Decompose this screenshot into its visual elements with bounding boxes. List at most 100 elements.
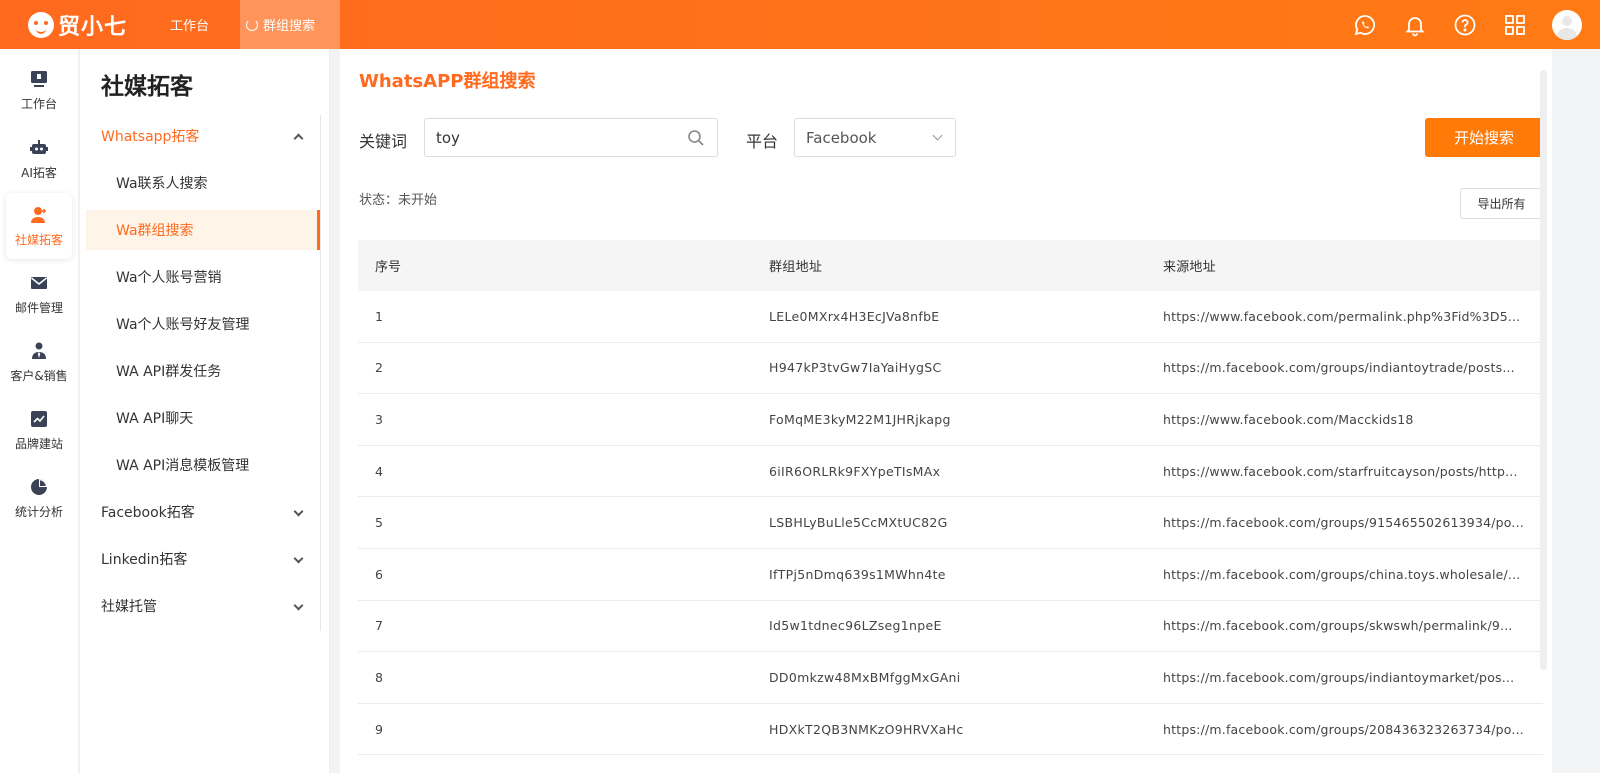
cell-index: 7: [375, 618, 383, 634]
brand-logo[interactable]: 贸小七: [28, 10, 127, 40]
keyword-label: 关键词: [359, 132, 408, 151]
menu-item-wa-group-search[interactable]: Wa群组搜索: [86, 210, 320, 250]
results-table: 序号 群组地址 来源地址 1 LELe0MXrx4H3EcJVa8nfbE http…: [358, 240, 1543, 756]
cell-source-address[interactable]: https://m.facebook.com/groups/indiantoyt…: [1148, 360, 1543, 375]
table-row[interactable]: 8 DD0mkzw48MxBMfggMxGAni https://m.faceboo…: [358, 652, 1543, 704]
tab-workbench[interactable]: 工作台: [170, 0, 209, 49]
platform-label: 平台: [746, 132, 779, 151]
keyword-value: toy: [436, 128, 460, 147]
header-source-address: 来源地址: [1163, 260, 1216, 275]
status-text: 状态：未开始: [359, 193, 438, 208]
user-plus-icon: [31, 206, 46, 223]
menu-group-label: 社媒托管: [101, 599, 157, 615]
chart-line-icon: [31, 410, 47, 427]
cell-source-address[interactable]: https://m.facebook.com/groups/skwswh/per…: [1148, 618, 1543, 633]
table-body: 1 LELe0MXrx4H3EcJVa8nfbE https://www.faceb…: [358, 291, 1543, 756]
pie-icon: [31, 478, 47, 495]
cell-group-address: H947kP3tvGw7IaYaiHygSC: [769, 360, 942, 376]
cell-source-address[interactable]: https://m.facebook.com/groups/9154655026…: [1148, 515, 1543, 530]
cell-group-address: FoMqME3kyM22M1JHRjkapg: [769, 411, 951, 427]
main-panel: WhatsAPP群组搜索 关键词 toy 平台 Facebook 开始搜索 状态…: [340, 49, 1552, 773]
cell-group-address: IfTPj5nDmq639s1MWhn4te: [769, 566, 946, 582]
rail-item-mail[interactable]: 邮件管理: [6, 261, 72, 327]
menu-item-wa-api-templates[interactable]: WA API消息模板管理: [86, 445, 320, 485]
rail-label: 统计分析: [14, 504, 63, 519]
menu-group-whatsapp[interactable]: Whatsapp拓客: [80, 116, 320, 156]
cell-group-address: Id5w1tdnec96LZseg1npeE: [769, 618, 942, 634]
cell-source-address[interactable]: https://m.facebook.com/groups/indiantoym…: [1148, 670, 1543, 685]
menu-item-wa-friend-management[interactable]: Wa个人账号好友管理: [86, 304, 320, 344]
menu-divider: [320, 115, 321, 631]
menu-group-social-hosting[interactable]: 社媒托管: [80, 586, 320, 626]
cell-source-address[interactable]: https://www.facebook.com/Macckids18: [1148, 412, 1543, 427]
rail-label: 客户&销售: [10, 368, 68, 383]
cell-group-address: LSBHLyBuLle5CcMXtUC82G: [769, 515, 948, 531]
table-row[interactable]: 7 Id5w1tdnec96LZseg1npeE https://m.faceboo…: [358, 601, 1543, 653]
cell-index: 1: [375, 308, 383, 324]
cell-index: 4: [375, 463, 383, 479]
menu-group-linkedin[interactable]: Linkedin拓客: [80, 539, 320, 579]
robot-icon: [30, 139, 48, 154]
whatsapp-icon[interactable]: [1352, 12, 1378, 38]
cell-source-address[interactable]: https://www.facebook.com/starfruitcayson…: [1148, 464, 1543, 479]
menu-group-label: Whatsapp拓客: [101, 129, 200, 145]
rail-item-customer[interactable]: 客户&销售: [6, 329, 72, 395]
top-bar: 贸小七 工作台 群组搜索: [0, 0, 1600, 49]
menu-group-label: Facebook拓客: [101, 505, 195, 521]
cell-index: 9: [375, 721, 383, 737]
menu-item-wa-api-broadcast[interactable]: WA API群发任务: [86, 351, 320, 391]
cell-index: 5: [375, 515, 383, 531]
grid-icon[interactable]: [1502, 12, 1528, 38]
chevron-down-icon: [293, 506, 304, 517]
platform-value: Facebook: [806, 128, 877, 147]
keyword-input[interactable]: toy: [424, 118, 718, 157]
table-row[interactable]: 4 6iIR6ORLRk9FXYpeTIsMAx https://www.faceb…: [358, 446, 1543, 498]
menu-title: 社媒拓客: [101, 74, 193, 100]
table-row[interactable]: 5 LSBHLyBuLle5CcMXtUC82G https://m.faceboo…: [358, 497, 1543, 549]
scrollbar[interactable]: [1540, 70, 1547, 670]
platform-select[interactable]: Facebook: [794, 118, 956, 157]
rail-label: 邮件管理: [14, 300, 63, 315]
rail-item-workbench[interactable]: 工作台: [6, 57, 72, 123]
refresh-icon[interactable]: [246, 18, 258, 31]
bell-icon[interactable]: [1402, 12, 1428, 38]
header-index: 序号: [375, 260, 402, 275]
table-row[interactable]: 3 FoMqME3kyM22M1JHRjkapg https://www.faceb…: [358, 394, 1543, 446]
rail-label: 品牌建站: [14, 436, 63, 451]
cell-source-address[interactable]: https://www.facebook.com/permalink.php%3…: [1148, 309, 1543, 324]
cell-source-address[interactable]: https://m.facebook.com/groups/2084363232…: [1148, 722, 1543, 737]
menu-item-wa-personal-marketing[interactable]: Wa个人账号营销: [86, 257, 320, 297]
rail-label: 工作台: [20, 96, 57, 111]
icon-rail: 工作台 AI拓客 社媒拓客 邮件管理 客户&销售 品牌建站 统计分析: [0, 49, 79, 773]
table-row[interactable]: 1 LELe0MXrx4H3EcJVa8nfbE https://www.faceb…: [358, 291, 1543, 343]
chevron-down-icon: [293, 553, 304, 564]
cell-index: 2: [375, 360, 383, 376]
table-row[interactable]: 6 IfTPj5nDmq639s1MWhn4te https://m.faceboo…: [358, 549, 1543, 601]
menu-group-facebook[interactable]: Facebook拓客: [80, 492, 320, 532]
rail-label: AI拓客: [21, 165, 57, 180]
tab-group-search-label: 群组搜索: [263, 19, 316, 34]
table-row[interactable]: 9 HDXkT2QB3NMKzO9HRVXaHc https://m.faceboo…: [358, 704, 1543, 756]
cell-index: 6: [375, 566, 383, 582]
export-all-button[interactable]: 导出所有: [1460, 188, 1543, 219]
page-title: WhatsAPP群组搜索: [359, 71, 536, 92]
person-tie-icon: [32, 342, 46, 359]
table-row[interactable]: 2 H947kP3tvGw7IaYaiHygSC https://m.faceboo…: [358, 343, 1543, 395]
menu-item-wa-contact-search[interactable]: Wa联系人搜索: [86, 163, 320, 203]
avatar[interactable]: [1552, 9, 1582, 40]
search-icon[interactable]: [687, 129, 705, 151]
rail-item-social[interactable]: 社媒拓客: [6, 193, 72, 259]
table-header: 序号 群组地址 来源地址: [358, 240, 1543, 291]
brand-name: 贸小七: [58, 15, 128, 40]
rail-item-brand[interactable]: 品牌建站: [6, 397, 72, 463]
menu-group-label: Linkedin拓客: [101, 552, 188, 568]
cell-group-address: DD0mkzw48MxBMfggMxGAni: [769, 669, 961, 685]
menu-item-wa-api-chat[interactable]: WA API聊天: [86, 398, 320, 438]
cell-source-address[interactable]: https://m.facebook.com/groups/china.toys…: [1148, 567, 1543, 582]
tab-group-search[interactable]: 群组搜索: [240, 0, 340, 49]
cell-group-address: HDXkT2QB3NMKzO9HRVXaHc: [769, 721, 964, 737]
help-icon[interactable]: [1452, 12, 1478, 38]
start-search-button[interactable]: 开始搜索: [1425, 118, 1543, 157]
rail-item-ai[interactable]: AI拓客: [6, 126, 72, 192]
rail-item-stats[interactable]: 统计分析: [6, 465, 72, 531]
